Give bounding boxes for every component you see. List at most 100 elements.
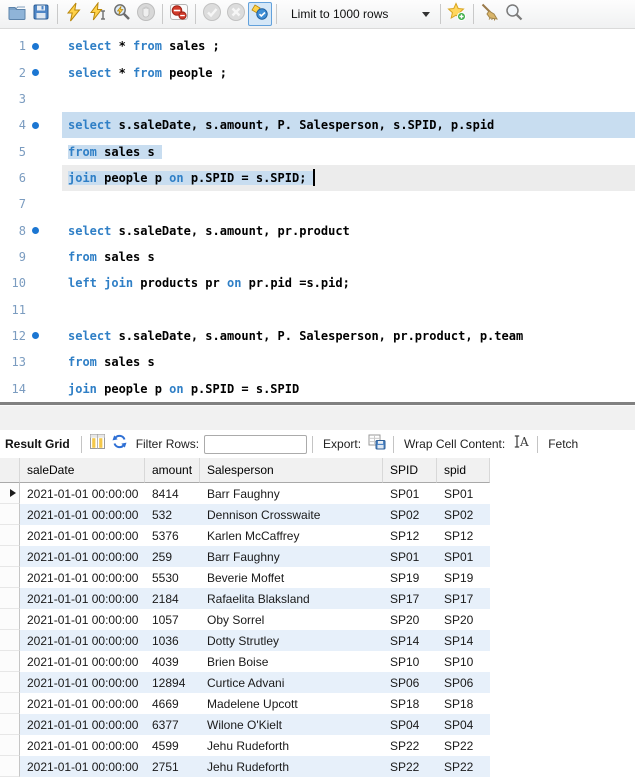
table-cell[interactable]: SP06 [383, 672, 437, 693]
code-line-content[interactable]: left join products pr on pr.pid =s.pid; [62, 270, 635, 296]
table-cell[interactable]: 2021-01-01 00:00:00 [20, 735, 145, 756]
editor-line[interactable]: 13from sales s [0, 349, 635, 375]
commit-button[interactable] [200, 2, 224, 26]
editor-line[interactable]: 3 [0, 86, 635, 112]
table-cell[interactable]: SP20 [437, 609, 490, 630]
wrap-cell-content-button[interactable]: A [510, 433, 532, 455]
row-selector-cell[interactable] [0, 588, 20, 609]
rollback-button[interactable] [224, 2, 248, 26]
table-cell[interactable]: 5376 [145, 525, 200, 546]
table-cell[interactable]: SP02 [437, 504, 490, 525]
table-cell[interactable]: 2021-01-01 00:00:00 [20, 756, 145, 777]
table-row[interactable]: 2021-01-01 00:00:004039Brien BoiseSP10SP… [0, 651, 635, 672]
table-cell[interactable]: SP01 [383, 546, 437, 567]
table-row[interactable]: 2021-01-01 00:00:004599Jehu RudeforthSP2… [0, 735, 635, 756]
table-row[interactable]: 2021-01-01 00:00:001036Dotty StrutleySP1… [0, 630, 635, 651]
table-row[interactable]: 2021-01-01 00:00:006377Wilone O'KieltSP0… [0, 714, 635, 735]
table-cell[interactable]: Beverie Moffet [200, 567, 383, 588]
table-cell[interactable]: Jehu Rudeforth [200, 735, 383, 756]
row-selector-cell[interactable] [0, 693, 20, 714]
table-cell[interactable]: 2021-01-01 00:00:00 [20, 483, 145, 504]
table-row[interactable]: 2021-01-01 00:00:00259Barr FaughnySP01SP… [0, 546, 635, 567]
column-header-saleDate[interactable]: saleDate [20, 458, 145, 483]
editor-line[interactable]: 5from sales s [0, 138, 635, 164]
code-line-content[interactable]: from sales s [62, 349, 635, 375]
table-cell[interactable]: SP22 [383, 735, 437, 756]
table-cell[interactable]: 4039 [145, 651, 200, 672]
table-cell[interactable]: SP22 [437, 735, 490, 756]
table-cell[interactable]: Barr Faughny [200, 546, 383, 567]
table-cell[interactable]: Dennison Crosswaite [200, 504, 383, 525]
table-cell[interactable]: Jehu Rudeforth [200, 756, 383, 777]
column-header-spid[interactable]: spid [437, 458, 490, 483]
table-cell[interactable]: 2184 [145, 588, 200, 609]
table-cell[interactable]: SP19 [437, 567, 490, 588]
open-file-button[interactable] [5, 2, 29, 26]
code-line-content[interactable]: select * from people ; [62, 59, 635, 85]
code-line-content[interactable]: join people p on p.SPID = s.SPID [62, 375, 635, 401]
refresh-button[interactable] [109, 433, 131, 455]
save-snippet-button[interactable] [445, 2, 469, 26]
table-cell[interactable]: 6377 [145, 714, 200, 735]
table-cell[interactable]: SP10 [437, 651, 490, 672]
table-cell[interactable]: 2021-01-01 00:00:00 [20, 546, 145, 567]
row-selector-cell[interactable] [0, 651, 20, 672]
editor-line[interactable]: 10left join products pr on pr.pid =s.pid… [0, 270, 635, 296]
toggle-stop-on-error-button[interactable] [167, 2, 191, 26]
table-cell[interactable]: SP01 [383, 483, 437, 504]
table-row[interactable]: 2021-01-01 00:00:002184Rafaelita Blaksla… [0, 588, 635, 609]
table-cell[interactable]: 2021-01-01 00:00:00 [20, 651, 145, 672]
row-selector-cell[interactable] [0, 609, 20, 630]
row-selector-cell[interactable] [0, 546, 20, 567]
editor-result-splitter[interactable] [0, 402, 635, 430]
row-selector-cell[interactable] [0, 735, 20, 756]
editor-line[interactable]: 11 [0, 296, 635, 322]
table-cell[interactable]: SP14 [383, 630, 437, 651]
sql-editor[interactable]: 1select * from sales ;2select * from peo… [0, 29, 635, 402]
table-cell[interactable]: 2021-01-01 00:00:00 [20, 525, 145, 546]
table-cell[interactable]: SP01 [437, 483, 490, 504]
table-cell[interactable]: SP20 [383, 609, 437, 630]
code-line-content[interactable]: from sales s [62, 244, 635, 270]
table-cell[interactable]: SP04 [383, 714, 437, 735]
beautify-script-button[interactable] [478, 2, 502, 26]
row-selector-cell[interactable] [0, 567, 20, 588]
table-row[interactable]: 2021-01-01 00:00:0012894Curtice AdvaniSP… [0, 672, 635, 693]
table-cell[interactable]: SP06 [437, 672, 490, 693]
execute-script-button[interactable] [62, 2, 86, 26]
table-row[interactable]: 2021-01-01 00:00:00532Dennison Crosswait… [0, 504, 635, 525]
table-cell[interactable]: SP17 [437, 588, 490, 609]
stop-execution-button[interactable] [134, 2, 158, 26]
find-panel-button[interactable] [502, 2, 526, 26]
table-cell[interactable]: Wilone O'Kielt [200, 714, 383, 735]
table-row[interactable]: 2021-01-01 00:00:004669Madelene UpcottSP… [0, 693, 635, 714]
column-header-SPID[interactable]: SPID [383, 458, 437, 483]
code-line-content[interactable]: select s.saleDate, s.amount, pr.product [62, 217, 635, 243]
toggle-autocommit-button[interactable] [248, 2, 272, 26]
editor-line[interactable]: 14join people p on p.SPID = s.SPID [0, 375, 635, 401]
table-cell[interactable]: SP19 [383, 567, 437, 588]
table-cell[interactable]: 2021-01-01 00:00:00 [20, 630, 145, 651]
code-line-content[interactable] [62, 86, 635, 112]
editor-line[interactable]: 8select s.saleDate, s.amount, pr.product [0, 217, 635, 243]
code-line-content[interactable]: select s.saleDate, s.amount, P. Salesper… [62, 323, 635, 349]
table-cell[interactable]: 2021-01-01 00:00:00 [20, 504, 145, 525]
editor-line[interactable]: 2select * from people ; [0, 59, 635, 85]
grid-view-button[interactable] [87, 433, 109, 455]
column-header-amount[interactable]: amount [145, 458, 200, 483]
row-selector-cell[interactable] [0, 630, 20, 651]
table-cell[interactable]: 4669 [145, 693, 200, 714]
editor-line[interactable]: 12select s.saleDate, s.amount, P. Salesp… [0, 323, 635, 349]
editor-line[interactable]: 1select * from sales ; [0, 33, 635, 59]
filter-rows-input[interactable] [204, 435, 307, 454]
table-cell[interactable]: 259 [145, 546, 200, 567]
table-cell[interactable]: SP04 [437, 714, 490, 735]
table-cell[interactable]: Rafaelita Blaksland [200, 588, 383, 609]
code-line-content[interactable] [62, 191, 635, 217]
table-cell[interactable]: 2021-01-01 00:00:00 [20, 693, 145, 714]
table-cell[interactable]: SP10 [383, 651, 437, 672]
table-row[interactable]: 2021-01-01 00:00:002751Jehu RudeforthSP2… [0, 756, 635, 777]
table-cell[interactable]: 532 [145, 504, 200, 525]
code-line-content[interactable]: from sales s [62, 138, 635, 164]
table-cell[interactable]: 8414 [145, 483, 200, 504]
